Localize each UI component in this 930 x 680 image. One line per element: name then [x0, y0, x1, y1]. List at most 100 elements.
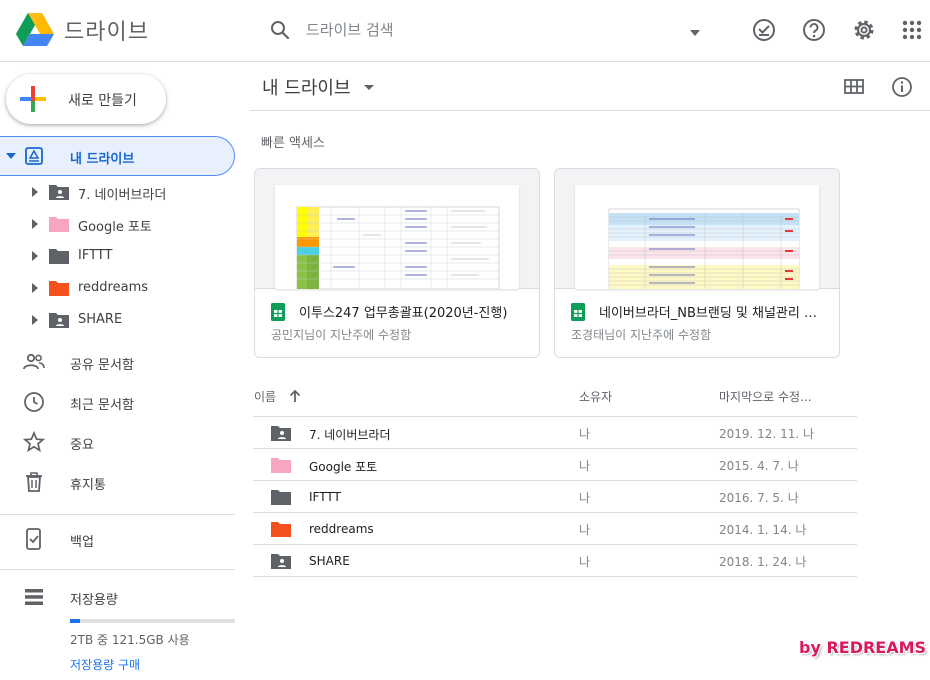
expand-triangle-icon[interactable] [32, 251, 38, 261]
file-owner: 나 [579, 427, 591, 441]
star-icon [22, 430, 46, 453]
top-bar: 드라이브 [0, 0, 930, 62]
sidebar-item-trash[interactable]: 휴지통 [0, 462, 235, 502]
table-row[interactable]: 7. 네이버브라더 나 2019. 12. 11. 나 [253, 416, 857, 448]
help-icon[interactable] [801, 17, 827, 43]
spreadsheet-preview-image [296, 206, 500, 290]
spreadsheet-preview [275, 185, 519, 290]
file-name: reddreams [309, 522, 374, 536]
search-icon[interactable] [268, 18, 292, 42]
backup-phone-icon [26, 528, 41, 550]
table-row[interactable]: SHARE 나 2018. 1. 24. 나 [253, 544, 857, 576]
table-row[interactable]: IFTTT 나 2016. 7. 5. 나 [253, 480, 857, 512]
sidebar-item-clock[interactable]: 최근 문서함 [0, 382, 235, 422]
sidebar-tree-label: SHARE [78, 312, 123, 327]
sort-arrow-up-icon[interactable] [288, 388, 302, 404]
expand-triangle-icon[interactable] [6, 153, 16, 159]
file-thumbnail [255, 169, 539, 290]
sidebar-item-backup-phone[interactable]: 백업 [0, 519, 235, 559]
sidebar-item-my-drive[interactable]: 내 드라이브 [0, 136, 235, 176]
quick-access-card[interactable]: 이투스247 업무총괄표(2020년-진행) 공민지님이 지난주에 수정함 [254, 168, 540, 358]
drive-logo-icon[interactable] [16, 13, 54, 47]
people-icon [23, 353, 45, 370]
sidebar-item-storage[interactable]: 저장용량 [0, 577, 235, 617]
spreadsheet-preview [575, 185, 819, 290]
shared-folder-icon [271, 554, 291, 569]
folder-icon [271, 458, 291, 473]
sidebar-divider [0, 514, 235, 515]
search-options-caret-icon[interactable] [690, 30, 700, 36]
sidebar-divider [0, 569, 235, 570]
sidebar-tree-item[interactable]: reddreams [0, 272, 235, 304]
buy-storage-link[interactable]: 저장용량 구매 [70, 656, 140, 673]
search-input[interactable] [306, 18, 666, 42]
my-drive-icon [25, 147, 43, 165]
folder-icon-wrap [270, 552, 292, 570]
watermark: by REDREAMS [799, 638, 927, 657]
new-button[interactable]: 새로 만들기 [6, 74, 166, 124]
chevron-down-icon[interactable] [364, 85, 374, 90]
table-row[interactable]: Google 포토 나 2015. 4. 7. 나 [253, 448, 857, 480]
shared-folder-icon-wrap [48, 183, 70, 201]
main-header-divider [250, 110, 930, 111]
google-sheets-icon [271, 303, 285, 321]
folder-icon-wrap [48, 215, 70, 233]
file-name: SHARE [309, 554, 350, 568]
search-box[interactable] [252, 4, 722, 56]
sidebar-item-star[interactable]: 중요 [0, 422, 235, 462]
info-icon[interactable] [891, 76, 913, 98]
page-title[interactable]: 내 드라이브 [262, 74, 351, 100]
folder-icon-wrap [270, 424, 292, 442]
google-sheets-icon [571, 303, 585, 321]
expand-triangle-icon[interactable] [32, 187, 38, 197]
folder-icon [49, 217, 69, 232]
shared-folder-icon [49, 185, 69, 200]
sidebar-item-people[interactable]: 공유 문서함 [0, 342, 235, 382]
file-modified: 2019. 12. 11. 나 [719, 427, 815, 441]
folder-icon-wrap [270, 456, 292, 474]
grid-view-icon[interactable] [843, 76, 865, 98]
file-modified: 2015. 4. 7. 나 [719, 459, 799, 473]
clock-icon [24, 392, 44, 412]
folder-icon [49, 281, 69, 296]
sidebar-item-label: 최근 문서함 [70, 398, 134, 413]
file-thumbnail [555, 169, 839, 290]
my-drive-label: 내 드라이브 [70, 152, 135, 167]
folder-icon [271, 490, 291, 505]
file-modified: 2016. 7. 5. 나 [719, 491, 799, 505]
sidebar-tree-item[interactable]: SHARE [0, 304, 235, 336]
sidebar-tree-item[interactable]: IFTTT [0, 240, 235, 272]
file-modified: 2014. 1. 14. 나 [719, 523, 807, 537]
offline-check-icon[interactable] [751, 17, 777, 43]
expand-triangle-icon[interactable] [32, 219, 38, 229]
spreadsheet-preview-image [608, 208, 800, 290]
quick-access-file-subtitle: 조경태님이 지난주에 수정함 [571, 328, 712, 342]
folder-icon-wrap [270, 488, 292, 506]
sidebar-tree-item[interactable]: 7. 네이버브라더 [0, 176, 235, 208]
sidebar-tree-label: Google 포토 [78, 220, 152, 235]
quick-access-file-subtitle: 공민지님이 지난주에 수정함 [271, 328, 412, 342]
shared-folder-icon [271, 426, 291, 441]
apps-grid-icon[interactable] [899, 17, 925, 43]
sidebar-item-label: 백업 [70, 535, 94, 550]
folder-icon [49, 249, 69, 264]
app-title[interactable]: 드라이브 [64, 14, 149, 46]
column-header-modified[interactable]: 마지막으로 수정... [719, 388, 812, 405]
storage-bar [70, 619, 235, 623]
storage-usage-text: 2TB 중 121.5GB 사용 [70, 633, 190, 647]
sidebar-item-label: 중요 [70, 438, 94, 453]
expand-triangle-icon[interactable] [32, 283, 38, 293]
column-header-owner[interactable]: 소유자 [579, 388, 612, 405]
table-bottom-divider [253, 576, 857, 577]
shared-folder-icon-wrap [48, 311, 70, 329]
storage-fill [70, 619, 80, 623]
quick-access-card[interactable]: 네이버브라더_NB브랜딩 및 채널관리 매뉴얼 조경태님이 지난주에 수정함 [554, 168, 840, 358]
expand-triangle-icon[interactable] [32, 315, 38, 325]
folder-icon-wrap [48, 247, 70, 265]
sidebar-item-label: 저장용량 [70, 593, 118, 608]
new-button-label: 새로 만들기 [68, 93, 137, 109]
table-row[interactable]: reddreams 나 2014. 1. 14. 나 [253, 512, 857, 544]
column-header-name[interactable]: 이름 [254, 388, 276, 405]
gear-icon[interactable] [851, 17, 877, 43]
sidebar-tree-item[interactable]: Google 포토 [0, 208, 235, 240]
